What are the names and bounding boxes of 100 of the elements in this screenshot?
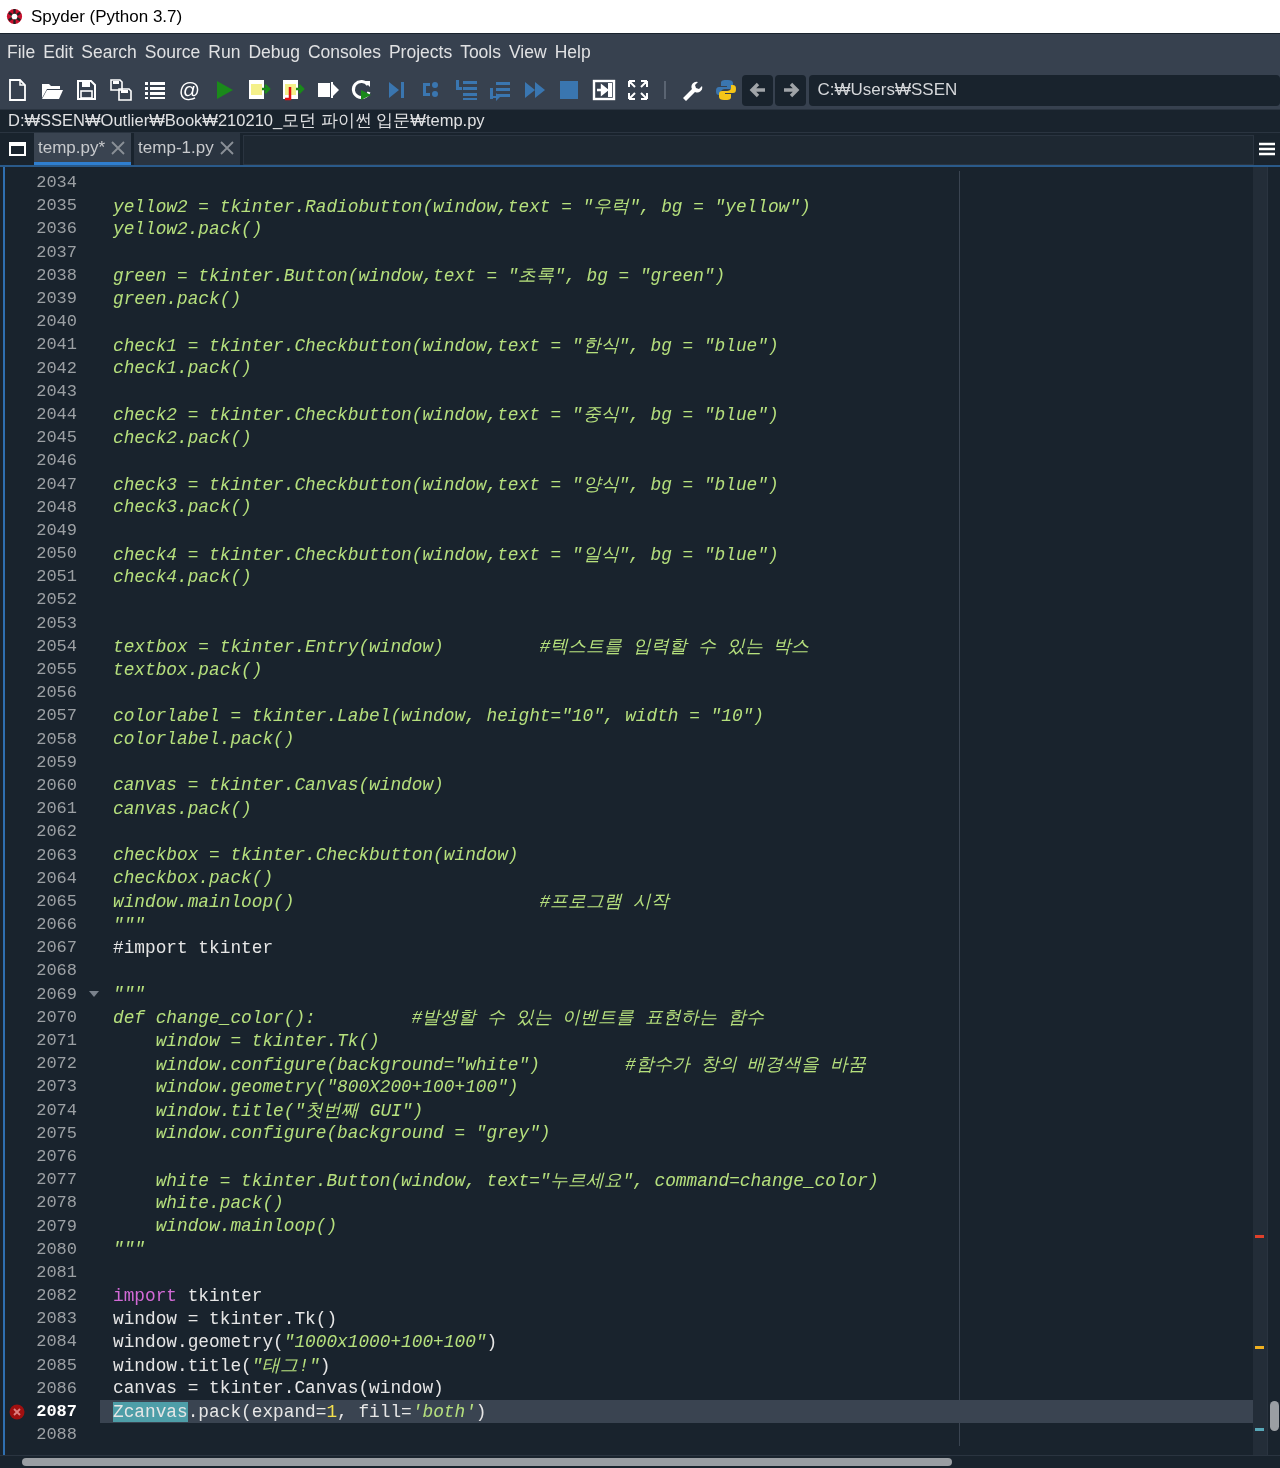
menu-item[interactable]: View (509, 42, 547, 63)
expand-icon[interactable] (626, 78, 650, 102)
at-sign-icon[interactable]: @ (177, 78, 202, 102)
code-line: checkbox = tkinter.Checkbutton(window) (113, 845, 519, 866)
line-number: 2052 (35, 590, 77, 610)
line-number: 2063 (35, 845, 77, 865)
file-tab[interactable]: temp-1.py (134, 133, 240, 165)
line-number: 2054 (35, 636, 77, 656)
line-number: 2064 (35, 868, 77, 888)
menu-item[interactable]: Tools (460, 42, 501, 63)
code-line: textbox = tkinter.Entry(window) #텍스트를 입력할 수 있는 박스 (113, 636, 810, 659)
code-line: Zcanvas.pack(expand=1, fill='both') (113, 1401, 487, 1422)
line-number: 2041 (35, 335, 77, 355)
code-line: window.geometry("800X200+100+100") (154, 1076, 519, 1097)
line-number: 2072 (35, 1054, 77, 1074)
line-number: 2048 (35, 497, 77, 517)
line-number: 2037 (35, 242, 77, 262)
menu-item[interactable]: Edit (43, 42, 74, 63)
line-number: 2077 (35, 1170, 77, 1190)
fold-caret-icon[interactable] (88, 990, 100, 999)
cell-arrow-icon[interactable] (281, 78, 305, 102)
code-line: colorlabel.pack() (113, 729, 295, 750)
working-directory-field[interactable]: C:₩Users₩SSEN (808, 74, 1280, 106)
code-line: check4.pack() (113, 566, 252, 587)
code-line: canvas = tkinter.Canvas(window) (113, 775, 444, 796)
code-line: """ (113, 984, 145, 1005)
line-number: 2038 (35, 265, 77, 285)
code-line: window.geometry("1000x1000+100+100") (113, 1331, 498, 1352)
browse-tabs-icon[interactable] (8, 142, 26, 156)
line-number: 2073 (35, 1077, 77, 1097)
code-line: check3.pack() (113, 497, 252, 518)
python-icon[interactable] (713, 78, 738, 102)
code-line: window.title("첫번째 GUI") (154, 1100, 424, 1123)
file-path: D:₩SSEN₩Outlier₩Book₩210210_모던 파이썬 입문₩temp.py (8, 110, 485, 131)
line-number: 2076 (35, 1146, 77, 1166)
line-number: 2043 (35, 381, 77, 401)
code-line: yellow2 = tkinter.Radiobutton(window,text = "우럭", bg = "yellow") (113, 195, 811, 218)
code-line: colorlabel = tkinter.Label(window, height="10", width = "10") (113, 705, 764, 726)
line-number: 2078 (35, 1193, 77, 1213)
code-line: check2.pack() (113, 427, 252, 448)
line-number: 2086 (35, 1378, 77, 1398)
line-number: 2042 (35, 358, 77, 378)
code-line: window.title("태그!") (113, 1355, 331, 1378)
line-number: 2035 (35, 196, 77, 216)
menu-item[interactable]: Search (81, 42, 137, 63)
line-number: 2044 (35, 404, 77, 424)
menu-item[interactable]: Debug (248, 42, 300, 63)
close-icon[interactable] (111, 140, 126, 155)
menu-icon[interactable] (1259, 142, 1275, 156)
code-line: checkbox.pack() (113, 868, 274, 889)
code-line: textbox.pack() (113, 659, 263, 680)
code-line: yellow2.pack() (113, 218, 263, 239)
forward-button[interactable] (775, 74, 806, 106)
line-number: 2068 (35, 961, 77, 981)
line-number: 2088 (35, 1425, 77, 1445)
line-number: 2046 (35, 451, 77, 471)
line-number: 2056 (35, 683, 77, 703)
line-number: 2080 (35, 1239, 77, 1259)
line-number: 2039 (35, 289, 77, 309)
line-number: 2067 (35, 938, 77, 958)
line-number: 2070 (35, 1007, 77, 1027)
menu-item[interactable]: Help (554, 42, 591, 63)
line-number: 2050 (35, 544, 77, 564)
line-number: 2045 (35, 428, 77, 448)
code-line: check2 = tkinter.Checkbutton(window,text = "중식", bg = "blue") (113, 404, 779, 427)
file-tab[interactable]: temp.py* (34, 133, 132, 165)
code-line: #import tkinter (113, 937, 274, 958)
line-number: 2055 (35, 660, 77, 680)
code-line: def change_color(): #발생할 수 있는 이벤트를 표현하는 함수 (113, 1007, 764, 1030)
line-number: 2083 (35, 1309, 77, 1329)
line-number: 2069 (35, 984, 77, 1004)
line-number: 2059 (35, 752, 77, 772)
back-button[interactable] (742, 74, 773, 106)
menu-item[interactable]: File (7, 42, 36, 63)
cursor-flag (1255, 1428, 1264, 1431)
code-line: check1.pack() (113, 358, 252, 379)
code-line: white = tkinter.Button(window, text="누르세요", command=change_color) (154, 1169, 879, 1192)
code-line: green.pack() (113, 288, 242, 309)
arrow-left-icon (747, 80, 768, 100)
scrollbar-thumb[interactable] (1270, 1401, 1279, 1431)
code-line: canvas.pack() (113, 798, 252, 819)
line-number: 2034 (35, 173, 77, 193)
cell-arrow-icon[interactable] (246, 78, 271, 102)
line-number: 2081 (35, 1262, 77, 1282)
floppy-disks-icon[interactable] (108, 78, 133, 102)
menu-item[interactable]: Projects (388, 42, 453, 63)
close-icon[interactable] (219, 140, 234, 155)
code-line: window.configure(background="white") #함수가 창의 배경색을 바꿈 (154, 1053, 866, 1076)
menu-item[interactable]: Run (208, 42, 241, 63)
line-number: 2079 (35, 1216, 77, 1236)
menu-item[interactable]: Source (144, 42, 201, 63)
scrollbar-thumb[interactable] (22, 1458, 952, 1466)
code-line: """ (113, 1239, 145, 1260)
code-line: canvas = tkinter.Canvas(window) (113, 1378, 444, 1399)
line-number: 2040 (35, 312, 77, 332)
line-number: 2071 (35, 1031, 77, 1051)
menu-item[interactable]: Consoles (307, 42, 381, 63)
code-line: window.mainloop() (154, 1216, 338, 1237)
line-number: 2062 (35, 822, 77, 842)
code-line: check4 = tkinter.Checkbutton(window,text = "일식", bg = "blue") (113, 543, 779, 566)
